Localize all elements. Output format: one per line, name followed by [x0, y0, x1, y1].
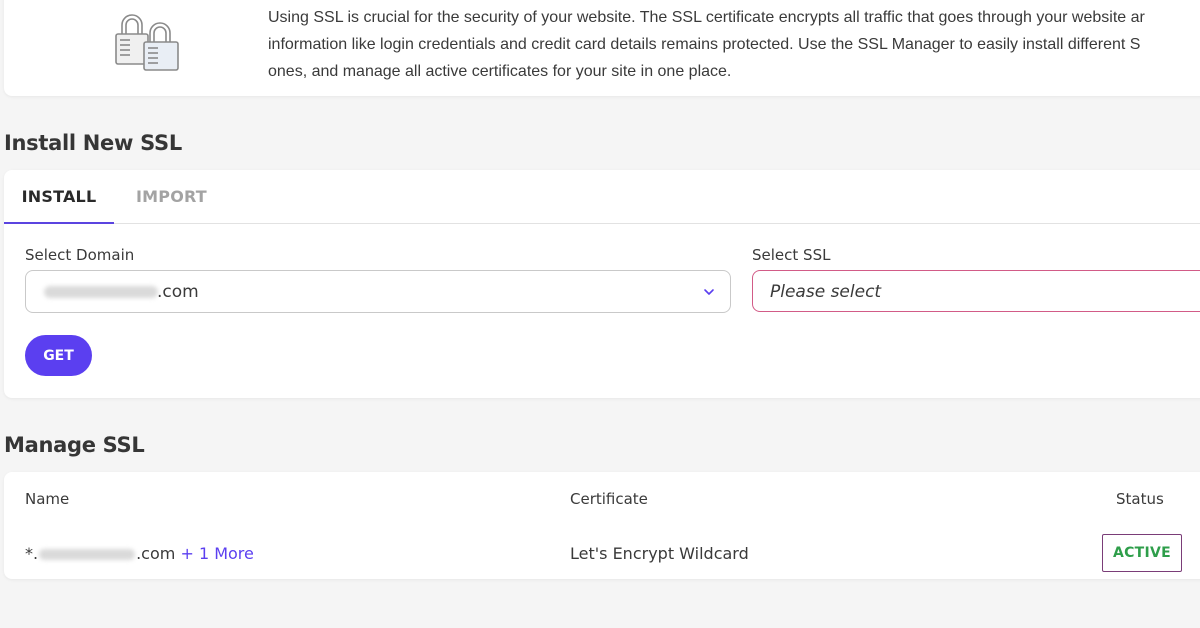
chevron-down-icon	[704, 289, 714, 295]
select-ssl-placeholder: Please select	[770, 282, 882, 302]
ssl-intro-text: Using SSL is crucial for the security of…	[268, 4, 1200, 85]
ssl-intro-card: Using SSL is crucial for the security of…	[4, 0, 1200, 96]
tab-import[interactable]: IMPORT	[136, 170, 207, 224]
domain-suffix: .com	[157, 282, 199, 302]
padlocks-icon	[115, 14, 179, 71]
ssl-row-certificate: Let's Encrypt Wildcard	[570, 544, 749, 563]
name-suffix: .com	[136, 544, 176, 563]
column-header-status: Status	[1116, 490, 1164, 508]
install-ssl-title: Install New SSL	[4, 131, 182, 155]
get-button[interactable]: GET	[25, 335, 92, 376]
more-domains-link[interactable]: + 1 More	[180, 544, 253, 563]
install-tabs: INSTALL IMPORT	[4, 170, 1200, 224]
intro-line: Using SSL is crucial for the security of…	[268, 9, 1145, 26]
intro-line: information like login credentials and c…	[268, 36, 1141, 53]
select-domain-dropdown[interactable]: .com	[25, 270, 731, 313]
manage-ssl-card: Name Certificate Status *. .com + 1 More …	[4, 472, 1200, 579]
redacted-domain	[39, 549, 136, 560]
intro-line: ones, and manage all active certificates…	[268, 63, 732, 80]
column-header-certificate: Certificate	[570, 490, 648, 508]
redacted-domain	[44, 286, 158, 298]
manage-ssl-title: Manage SSL	[4, 433, 145, 457]
status-badge: ACTIVE	[1102, 534, 1182, 572]
ssl-row-name: *. .com + 1 More	[25, 544, 254, 563]
tab-install[interactable]: INSTALL	[4, 170, 114, 224]
select-ssl-label: Select SSL	[752, 246, 831, 264]
name-prefix: *.	[25, 544, 39, 563]
select-domain-label: Select Domain	[25, 246, 135, 264]
select-ssl-dropdown[interactable]: Please select	[752, 270, 1200, 312]
column-header-name: Name	[25, 490, 70, 508]
install-ssl-card: INSTALL IMPORT Select Domain .com Select…	[4, 170, 1200, 398]
